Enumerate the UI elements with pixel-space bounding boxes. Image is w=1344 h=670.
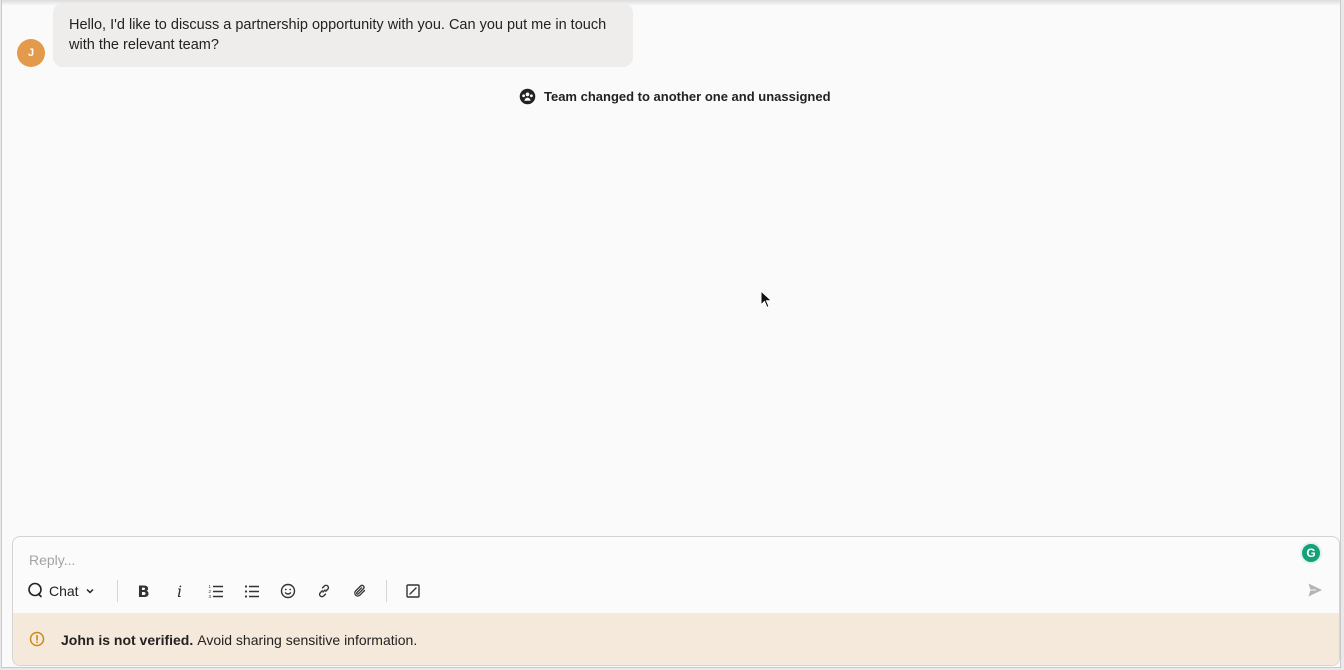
- toolbar-divider: [385, 580, 387, 602]
- svg-text:3: 3: [208, 594, 211, 599]
- avatar: J: [17, 39, 45, 67]
- bold-icon[interactable]: B: [126, 579, 162, 603]
- warning-text: Avoid sharing sensitive information.: [197, 632, 418, 648]
- message-text: Hello, I'd like to discuss a partnership…: [69, 17, 607, 53]
- canned-response-icon[interactable]: [395, 579, 431, 603]
- send-icon[interactable]: [1307, 582, 1323, 603]
- numbered-list-icon[interactable]: 1 2 3: [198, 579, 234, 603]
- warning-icon: [29, 631, 45, 650]
- reply-composer: G Chat B i: [12, 536, 1340, 666]
- link-icon[interactable]: [306, 579, 342, 603]
- chevron-down-icon: [85, 583, 95, 599]
- chat-mode-label: Chat: [49, 583, 79, 599]
- unverified-warning-banner: John is not verified. Avoid sharing sens…: [13, 613, 1339, 665]
- mouse-cursor-icon: [760, 289, 774, 315]
- reply-input[interactable]: [29, 549, 1289, 571]
- italic-icon[interactable]: i: [162, 579, 198, 603]
- customer-message-bubble: Hello, I'd like to discuss a partnership…: [53, 3, 633, 67]
- bulleted-list-icon[interactable]: [234, 579, 270, 603]
- emoji-icon[interactable]: [270, 579, 306, 603]
- attachment-icon[interactable]: [342, 579, 378, 603]
- warning-strong-text: John is not verified.: [61, 632, 194, 648]
- grammarly-icon[interactable]: G: [1300, 542, 1322, 564]
- toolbar-divider: [116, 580, 118, 602]
- composer-toolbar: Chat B i 1 2 3: [27, 579, 431, 603]
- team-icon: [519, 88, 536, 105]
- system-event: Team changed to another one and unassign…: [519, 88, 831, 105]
- event-text: Team changed to another one and unassign…: [544, 89, 831, 104]
- chat-bubble-icon: [27, 582, 43, 601]
- chat-mode-dropdown[interactable]: Chat: [27, 582, 109, 601]
- conversation-panel: J Hello, I'd like to discuss a partnersh…: [1, 0, 1341, 668]
